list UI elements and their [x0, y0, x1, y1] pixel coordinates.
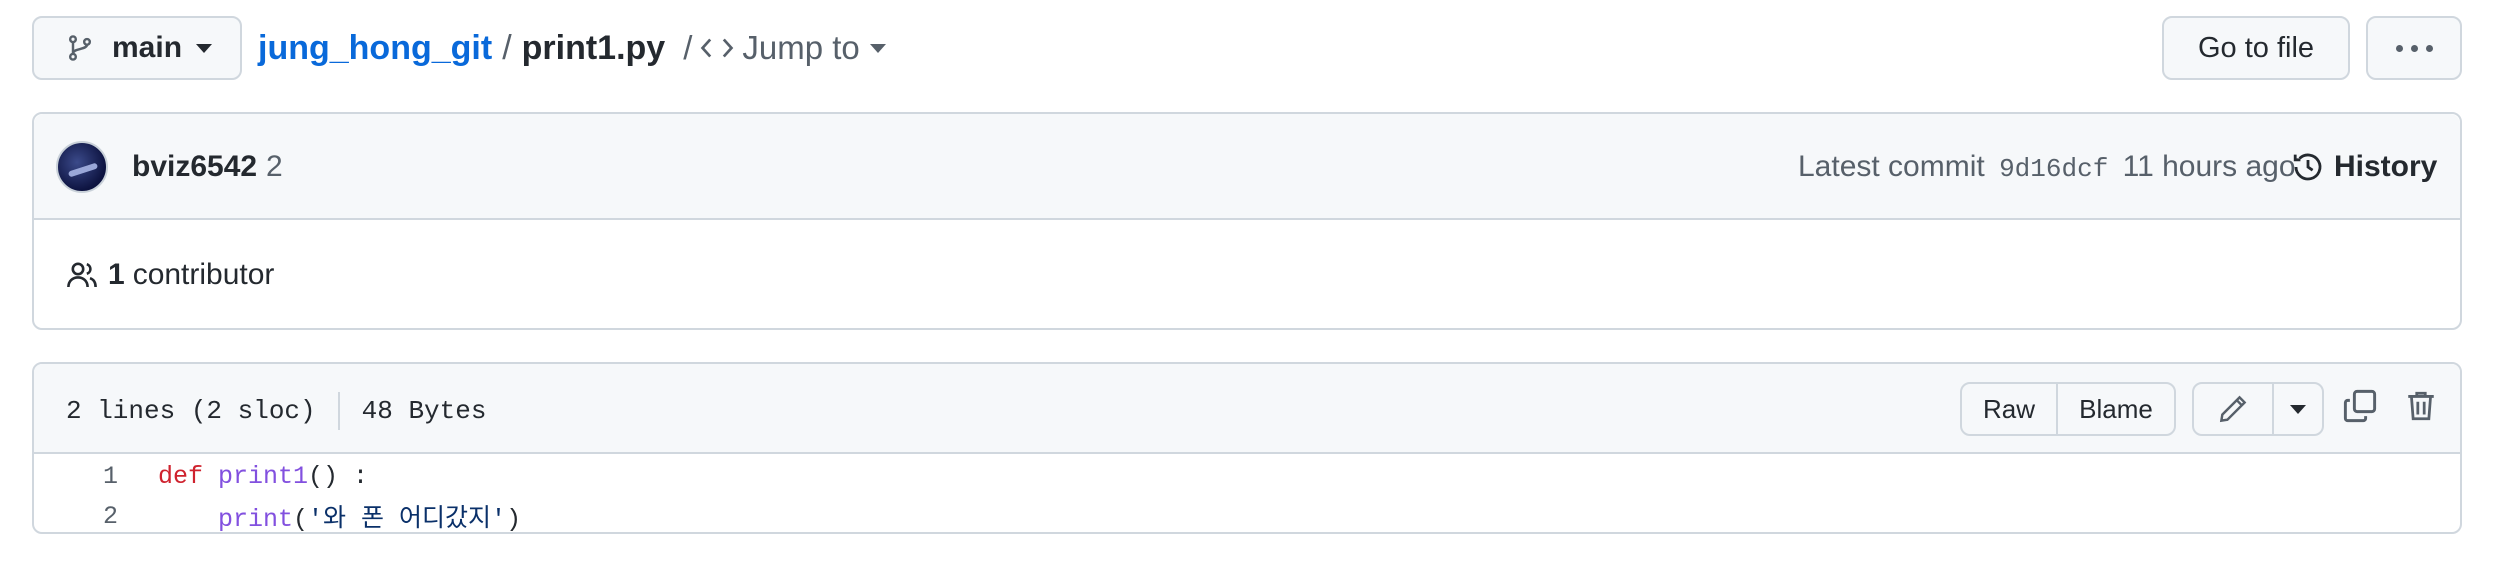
chevron-down-icon [2290, 404, 2306, 414]
more-options-button[interactable] [2366, 16, 2462, 80]
commit-sha-link[interactable]: 9d16dcf [1999, 154, 2108, 184]
file-info-divider [337, 392, 340, 430]
line-number[interactable]: 2 [34, 502, 154, 531]
history-link[interactable]: History [2292, 144, 2437, 190]
token-paren-open: ( [293, 505, 309, 534]
file-size: 48 Bytes [361, 396, 487, 426]
breadcrumb-file-name: print1.py [521, 28, 666, 67]
file-header: 2 lines (2 sloc) 48 Bytes Raw Blame [34, 364, 2460, 454]
raw-button[interactable]: Raw [1962, 384, 2058, 434]
commit-time: 11 hours ago [2122, 150, 2296, 183]
breadcrumb-separator: / [502, 28, 512, 67]
kebab-icon [2392, 39, 2437, 57]
branch-name: main [112, 31, 183, 64]
jump-to-label: Jump to [742, 29, 860, 66]
latest-commit-label: Latest commit [1798, 150, 1985, 183]
latest-commit-info: Latest commit 9d16dcf 11 hours ago [1798, 150, 2296, 184]
file-info: 2 lines (2 sloc) 48 Bytes [66, 392, 486, 430]
chevron-down-icon [869, 43, 886, 53]
branch-selector-button[interactable]: main [32, 16, 242, 80]
commit-author[interactable]: bviz6542 [132, 150, 257, 184]
raw-blame-group: Raw Blame [1960, 382, 2176, 436]
token-function: print1 [218, 461, 309, 491]
contributors-count: 1 [108, 258, 125, 291]
commit-header: bviz6542 2 Latest commit 9d16dcf 11 hour… [34, 114, 2460, 220]
token-plain: () : [308, 461, 369, 491]
commit-author-count[interactable]: 2 [266, 150, 283, 184]
jump-to-button[interactable]: / Jump to [683, 29, 886, 67]
pencil-icon [2219, 395, 2247, 423]
breadcrumb-repo-link[interactable]: jung_hong_git [258, 29, 492, 68]
avatar[interactable] [56, 141, 108, 193]
token-function: print [218, 505, 294, 534]
blame-button[interactable]: Blame [2058, 384, 2174, 434]
contributors-link[interactable]: 1 contributor [66, 258, 274, 292]
copy-icon[interactable] [2342, 388, 2378, 424]
breadcrumb: jung_hong_git / print1.py / Jump to [258, 16, 886, 80]
line-number[interactable]: 1 [34, 462, 154, 491]
code-view: 1 def print1() : 2 print('와 폰 어디갔지') [34, 456, 2460, 534]
go-to-file-button[interactable]: Go to file [2162, 16, 2350, 80]
code-line: 2 print('와 폰 어디갔지') [34, 496, 2460, 534]
line-content: print('와 폰 어디갔지') [154, 498, 522, 534]
file-lines-info: 2 lines (2 sloc) [66, 396, 316, 426]
code-icon [701, 38, 734, 58]
trash-icon[interactable] [2404, 388, 2438, 424]
edit-dropdown-button[interactable] [2274, 384, 2322, 434]
history-label: History [2334, 150, 2438, 183]
edit-button[interactable] [2194, 384, 2274, 434]
jump-separator: / [683, 29, 693, 66]
file-viewer: 2 lines (2 sloc) 48 Bytes Raw Blame 1 de… [32, 362, 2462, 534]
line-content: def print1() : [154, 462, 368, 491]
contributors-label: contributor [132, 258, 275, 291]
token-string: '와 폰 어디갔지' [308, 505, 507, 534]
file-navigation: main jung_hong_git / print1.py / Jump to… [32, 16, 2462, 80]
chevron-down-icon [196, 43, 213, 53]
latest-commit-box: bviz6542 2 Latest commit 9d16dcf 11 hour… [32, 112, 2462, 330]
history-icon [2293, 153, 2322, 181]
token-keyword: def [158, 461, 204, 491]
token-paren-close: ) [506, 505, 522, 534]
code-line: 1 def print1() : [34, 456, 2460, 496]
people-icon [67, 262, 97, 288]
edit-group [2192, 382, 2324, 436]
branch-icon [68, 35, 92, 61]
